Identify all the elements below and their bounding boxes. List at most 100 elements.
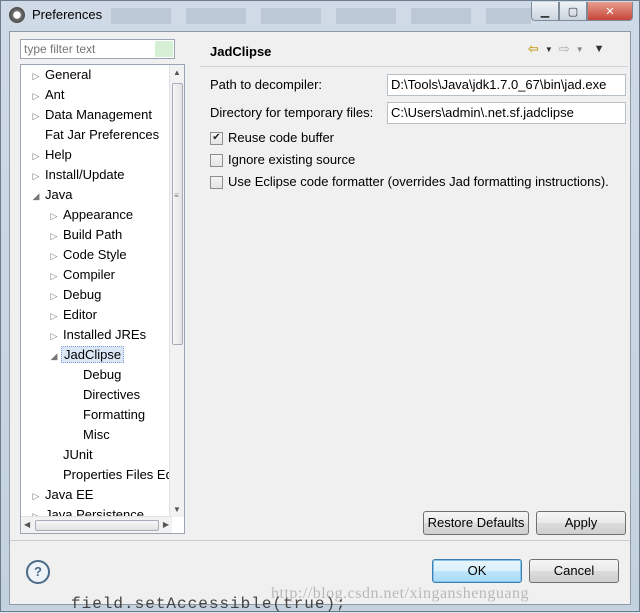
- tree-item[interactable]: ▷ Build Path: [47, 225, 124, 245]
- preference-tree: ▷ General ▷ Ant ▷ Data Management Fat Jar Pref…: [20, 64, 185, 534]
- tree-item[interactable]: Formatting: [67, 405, 147, 425]
- expand-triangle-icon[interactable]: ▷: [29, 486, 43, 506]
- tree-item-label: Help: [45, 147, 72, 162]
- tree-item-label: Installed JREs: [63, 327, 147, 342]
- minimize-button[interactable]: ▁: [531, 2, 559, 21]
- tree-item-label: Debug: [83, 367, 122, 382]
- tree-item[interactable]: Debug: [67, 365, 123, 385]
- expand-triangle-icon[interactable]: ▷: [47, 326, 61, 346]
- forward-arrow-icon[interactable]: ⇨: [559, 41, 570, 57]
- tree-item[interactable]: ▷ Java EE: [29, 485, 95, 505]
- temp-directory-input[interactable]: C:\Users\admin\.net.sf.jadclipse: [387, 102, 626, 124]
- scroll-left-icon[interactable]: ◀: [24, 520, 30, 529]
- tree-horizontal-scrollbar[interactable]: ◀ ▶: [21, 516, 172, 533]
- tree-item[interactable]: ▷ Help: [29, 145, 74, 165]
- background-editor-tabs: [111, 8, 531, 24]
- back-arrow-icon[interactable]: ⇦: [528, 41, 539, 57]
- window-title: Preferences: [32, 7, 103, 22]
- expand-triangle-icon[interactable]: ▷: [29, 86, 43, 106]
- eclipse-formatter-label: Use Eclipse code formatter (overrides Ja…: [228, 174, 609, 189]
- tree-item-label: Directives: [83, 387, 141, 402]
- cancel-button[interactable]: Cancel: [529, 559, 619, 583]
- header-divider: [200, 66, 628, 67]
- tree-vertical-scrollbar[interactable]: ▲ ≡ ▼: [169, 65, 184, 517]
- tree-item-label: Java: [45, 187, 73, 202]
- tree-item[interactable]: ◢ JadClipse: [47, 345, 125, 366]
- ignore-existing-source-checkbox[interactable]: [210, 153, 223, 167]
- scroll-right-icon[interactable]: ▶: [163, 520, 169, 529]
- tree-item[interactable]: ▷ Debug: [47, 285, 103, 305]
- collapse-triangle-icon[interactable]: ◢: [47, 346, 61, 366]
- restore-defaults-button[interactable]: Restore Defaults: [423, 511, 529, 535]
- page-title: JadClipse: [210, 44, 272, 59]
- footer-divider: [10, 540, 630, 541]
- vertical-scroll-thumb[interactable]: [172, 83, 183, 345]
- scroll-down-icon[interactable]: ▼: [173, 505, 181, 514]
- tree-item-label: Data Management: [45, 107, 152, 122]
- horizontal-scroll-thumb[interactable]: [35, 520, 159, 531]
- scroll-up-icon[interactable]: ▲: [173, 68, 181, 77]
- eclipse-formatter-checkbox[interactable]: [210, 175, 223, 189]
- tree-item[interactable]: JUnit: [47, 445, 95, 465]
- tree-item-label: Compiler: [63, 267, 116, 282]
- expand-triangle-icon[interactable]: ▷: [47, 286, 61, 306]
- close-button[interactable]: ✕: [587, 2, 633, 21]
- tree-item[interactable]: ◢ Java: [29, 185, 74, 205]
- ignore-existing-source-option[interactable]: Ignore existing source: [210, 151, 355, 169]
- expand-triangle-icon[interactable]: ▷: [47, 246, 61, 266]
- apply-button[interactable]: Apply: [536, 511, 626, 535]
- tree-item-label: Appearance: [63, 207, 134, 222]
- tree-item[interactable]: ▷ Data Management: [29, 105, 154, 125]
- tree-item[interactable]: Properties Files Ed: [47, 465, 175, 485]
- tree-item[interactable]: ▷ Compiler: [47, 265, 117, 285]
- back-menu-chevron-icon[interactable]: ▼: [545, 45, 553, 54]
- tree-item[interactable]: ▷ Installed JREs: [47, 325, 148, 345]
- tree-item-label: JUnit: [63, 447, 93, 462]
- tree-item-label: Misc: [83, 427, 110, 442]
- expand-triangle-icon[interactable]: ▷: [47, 306, 61, 326]
- tree-item[interactable]: ▷ General: [29, 65, 93, 85]
- tree-item[interactable]: ▷ Ant: [29, 85, 67, 105]
- decompiler-path-input[interactable]: D:\Tools\Java\jdk1.7.0_67\bin\jad.exe: [387, 74, 626, 96]
- tree-item-label: Editor: [63, 307, 97, 322]
- filter-input[interactable]: [21, 40, 157, 58]
- expand-triangle-icon[interactable]: ▷: [29, 146, 43, 166]
- collapse-triangle-icon[interactable]: ◢: [29, 186, 43, 206]
- forward-menu-chevron-icon[interactable]: ▼: [576, 45, 584, 54]
- expand-triangle-icon[interactable]: ▷: [47, 226, 61, 246]
- grip-icon: ≡: [174, 191, 179, 200]
- ok-button[interactable]: OK: [432, 559, 522, 583]
- reuse-code-buffer-label: Reuse code buffer: [228, 130, 334, 145]
- ignore-existing-source-label: Ignore existing source: [228, 152, 356, 167]
- tree-item[interactable]: ▷ Editor: [47, 305, 99, 325]
- tree-item-label: Install/Update: [45, 167, 125, 182]
- maximize-button[interactable]: ▢: [559, 2, 587, 21]
- filter-field[interactable]: [20, 39, 175, 59]
- expand-triangle-icon[interactable]: ▷: [47, 206, 61, 226]
- eclipse-icon: [9, 7, 25, 23]
- tree-item-label: Ant: [45, 87, 65, 102]
- tree-item[interactable]: ▷ Install/Update: [29, 165, 127, 185]
- tree-item-label: Formatting: [83, 407, 146, 422]
- tree-item[interactable]: Directives: [67, 385, 142, 405]
- title-bar[interactable]: Preferences ▁ ▢ ✕: [1, 1, 639, 29]
- expand-triangle-icon[interactable]: ▷: [29, 66, 43, 86]
- reuse-code-buffer-option[interactable]: ✔ Reuse code buffer: [210, 129, 334, 147]
- clear-filter-icon[interactable]: [155, 41, 173, 57]
- watermark: http://blog.csdn.net/xinganshenguang: [271, 585, 529, 602]
- preferences-window: Preferences ▁ ▢ ✕ ▷General▷Ant▷Data Mana…: [0, 0, 640, 613]
- tree-item[interactable]: ▷ Appearance: [47, 205, 135, 225]
- tree-item-label: JadClipse: [61, 346, 125, 363]
- expand-triangle-icon[interactable]: ▷: [47, 266, 61, 286]
- reuse-code-buffer-checkbox[interactable]: ✔: [210, 131, 223, 145]
- tree-item-label: Java EE: [45, 487, 94, 502]
- help-icon[interactable]: ?: [26, 560, 50, 584]
- expand-triangle-icon[interactable]: ▷: [29, 166, 43, 186]
- eclipse-formatter-option[interactable]: Use Eclipse code formatter (overrides Ja…: [210, 173, 609, 191]
- view-menu-icon[interactable]: ▼: [594, 43, 605, 55]
- tree-item[interactable]: Misc: [67, 425, 112, 445]
- expand-triangle-icon[interactable]: ▷: [29, 106, 43, 126]
- tree-item[interactable]: ▷ Code Style: [47, 245, 129, 265]
- tree-item-label: Fat Jar Preferences: [45, 127, 160, 142]
- tree-item[interactable]: Fat Jar Preferences: [29, 125, 161, 145]
